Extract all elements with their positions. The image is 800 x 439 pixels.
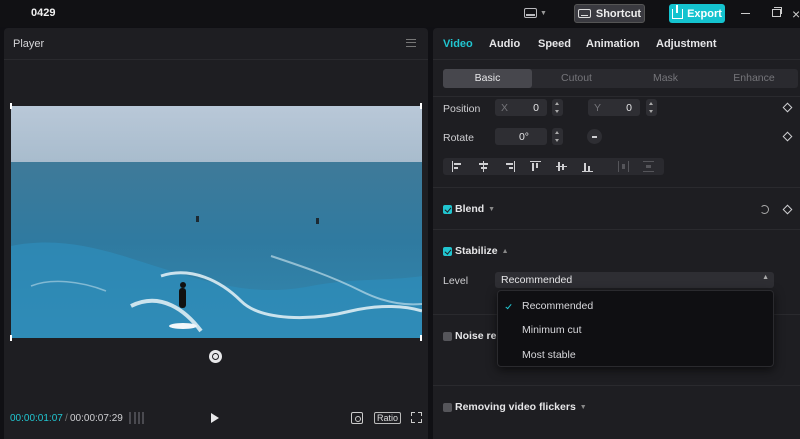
export-label: Export [687, 7, 722, 20]
align-center-h-icon[interactable] [478, 161, 489, 172]
rotate-field[interactable]: 0° [495, 128, 547, 145]
subtab-basic[interactable]: Basic [443, 69, 532, 88]
reset-icon[interactable] [760, 205, 769, 214]
position-label: Position [443, 103, 481, 115]
align-bottom-icon[interactable] [582, 161, 593, 173]
subtab-enhance[interactable]: Enhance [710, 69, 798, 88]
level-option-recommended[interactable]: Recommended [522, 300, 593, 312]
align-middle-v-icon[interactable] [556, 161, 567, 172]
noise-title[interactable]: Noise re [455, 330, 496, 342]
tab-audio[interactable]: Audio [489, 38, 520, 50]
shortcut-button[interactable]: Shortcut [574, 4, 645, 23]
minimize-icon[interactable] [741, 13, 750, 15]
blend-checkbox[interactable] [443, 205, 452, 214]
rotate-dial[interactable] [587, 129, 602, 144]
rotate-icon[interactable] [209, 350, 222, 363]
chevron-up-icon: ▲ [501, 247, 509, 255]
position-y-stepper[interactable] [646, 99, 657, 116]
time-separator: / [65, 413, 68, 424]
divider [433, 385, 800, 386]
export-icon [672, 4, 684, 19]
x-prefix: X [501, 102, 509, 114]
position-x-field[interactable]: X 0 [495, 99, 547, 116]
level-value: Recommended [501, 274, 573, 286]
y-value: 0 [626, 102, 632, 114]
chevron-down-icon: ▼ [579, 403, 587, 411]
project-name: 0429 [31, 7, 56, 19]
align-left-icon[interactable] [452, 161, 463, 172]
fit-view-icon[interactable] [351, 412, 363, 424]
player-panel: Player 00:00:01:07 / 00:00:07:29 Ratio [4, 28, 428, 439]
stabilize-checkbox[interactable] [443, 247, 452, 256]
position-x-stepper[interactable] [552, 99, 563, 116]
chevron-down-icon: ▼ [540, 9, 547, 17]
rotate-label: Rotate [443, 132, 474, 144]
layout-button[interactable]: ▼ [524, 5, 550, 21]
crop-handle[interactable] [10, 335, 12, 341]
position-keyframe-icon[interactable] [782, 102, 793, 113]
keyboard-icon [577, 9, 591, 18]
divider [433, 229, 800, 230]
subtab-mask[interactable]: Mask [621, 69, 710, 88]
tab-adjustment[interactable]: Adjustment [656, 38, 717, 50]
fullscreen-icon[interactable] [411, 412, 422, 423]
alignment-toolbar [443, 158, 664, 175]
flickers-checkbox[interactable] [443, 403, 452, 412]
crop-handle[interactable] [10, 103, 12, 109]
title-bar: 0429 ▼ Shortcut Export × [0, 0, 800, 27]
chevron-down-icon: ▼ [488, 205, 496, 213]
crop-handle[interactable] [420, 335, 422, 341]
level-dropdown-menu: Recommended Minimum cut Most stable [497, 290, 774, 367]
player-title: Player [13, 38, 45, 50]
blend-title[interactable]: Blend ▼ [455, 203, 495, 215]
align-top-icon[interactable] [530, 161, 541, 172]
chevron-up-icon: ▲ [762, 274, 769, 281]
position-y-field[interactable]: Y 0 [588, 99, 640, 116]
divider [433, 96, 800, 97]
tab-speed[interactable]: Speed [538, 38, 571, 50]
subtab-bar: Basic Cutout Mask Enhance [443, 69, 798, 88]
close-icon[interactable]: × [792, 6, 800, 22]
level-option-minimum-cut[interactable]: Minimum cut [522, 324, 582, 336]
x-value: 0 [533, 102, 539, 114]
inspector-tabs: Video Audio Speed Animation Adjustment [433, 28, 800, 60]
timecode-format-icon[interactable] [129, 412, 144, 424]
shortcut-label: Shortcut [595, 7, 642, 20]
player-header: Player [4, 28, 428, 60]
video-preview[interactable] [11, 106, 422, 338]
rotate-value: 0° [518, 131, 529, 143]
blend-keyframe-icon[interactable] [782, 204, 793, 215]
rotate-stepper[interactable] [552, 128, 563, 145]
rotate-keyframe-icon[interactable] [782, 131, 793, 142]
level-option-most-stable[interactable]: Most stable [522, 349, 576, 361]
play-icon[interactable] [211, 413, 219, 423]
stabilize-title[interactable]: Stabilize ▲ [455, 245, 509, 257]
divider [433, 187, 800, 188]
check-icon [505, 302, 512, 310]
tab-animation[interactable]: Animation [586, 38, 640, 50]
menu-icon[interactable] [406, 39, 416, 47]
level-select[interactable]: Recommended ▲ [495, 272, 774, 288]
restore-icon[interactable] [772, 6, 782, 17]
align-right-icon[interactable] [504, 161, 516, 172]
current-time: 00:00:01:07 [10, 413, 63, 424]
flickers-title[interactable]: Removing video flickers ▼ [455, 401, 587, 413]
total-time: 00:00:07:29 [70, 413, 123, 424]
layout-icon [524, 8, 537, 18]
noise-checkbox[interactable] [443, 332, 452, 341]
ratio-button[interactable]: Ratio [374, 412, 402, 424]
distribute-v-icon[interactable] [643, 161, 654, 173]
level-label: Level [443, 275, 469, 287]
export-button[interactable]: Export [669, 4, 725, 23]
subtab-cutout[interactable]: Cutout [532, 69, 621, 88]
inspector-panel: Video Audio Speed Animation Adjustment B… [433, 28, 800, 439]
y-prefix: Y [594, 102, 602, 114]
tab-video[interactable]: Video [443, 38, 473, 50]
crop-handle[interactable] [420, 103, 422, 109]
distribute-h-icon[interactable] [618, 161, 630, 172]
